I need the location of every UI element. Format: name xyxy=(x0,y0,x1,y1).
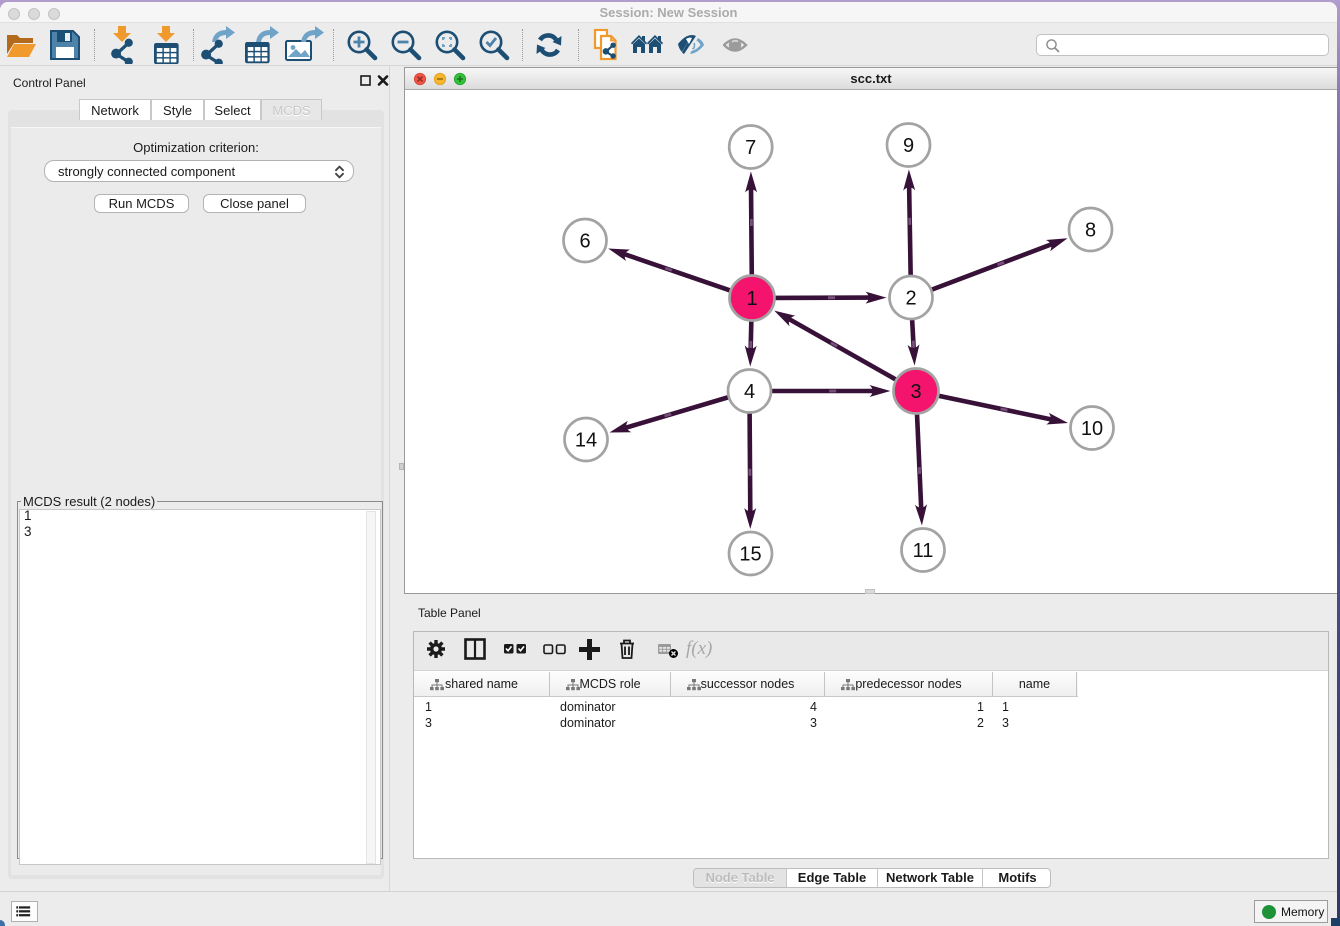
svg-text:14: 14 xyxy=(574,429,596,451)
svg-text:1: 1 xyxy=(746,288,757,310)
svg-text:f(x): f(x) xyxy=(686,638,712,659)
svg-text:3: 3 xyxy=(910,381,921,403)
svg-text:9: 9 xyxy=(902,135,913,157)
svg-text:2: 2 xyxy=(905,287,916,309)
svg-text:11: 11 xyxy=(912,540,933,562)
svg-text:7: 7 xyxy=(745,137,756,159)
svg-text:10: 10 xyxy=(1080,418,1102,440)
svg-text:6: 6 xyxy=(579,230,590,252)
svg-text:4: 4 xyxy=(743,381,754,403)
svg-text:8: 8 xyxy=(1084,219,1095,241)
svg-text:15: 15 xyxy=(739,543,761,565)
